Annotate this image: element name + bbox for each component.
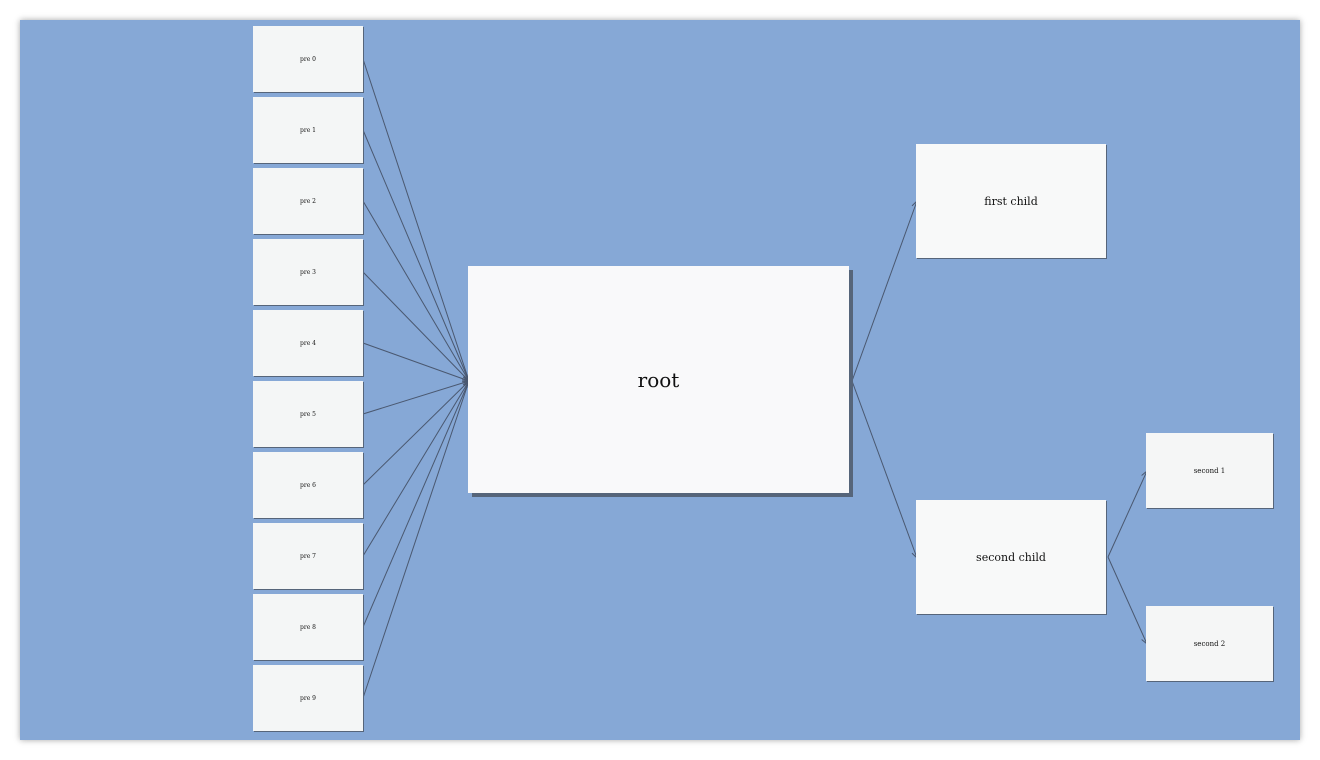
pre-node-label: pre 4 <box>300 339 316 347</box>
edge-root-to-first-child <box>851 200 918 382</box>
pre-node[interactable]: pre 2 <box>253 168 363 234</box>
edge-second-child-to-second-2 <box>1107 556 1148 645</box>
pre-node-label: pre 1 <box>300 126 316 134</box>
pre-node-label: pre 0 <box>300 55 316 63</box>
grandchild-node-label: second 1 <box>1193 466 1226 475</box>
pre-node-label: pre 2 <box>300 197 316 205</box>
grandchild-node-2[interactable]: second 2 <box>1146 606 1273 681</box>
edge-pre-4-to-root <box>362 342 470 382</box>
pre-node[interactable]: pre 6 <box>253 452 363 518</box>
pre-node-label: pre 3 <box>300 268 316 276</box>
edge-pre-5-to-root <box>362 380 470 415</box>
child-node-label: first child <box>984 194 1038 208</box>
pre-node-label: pre 7 <box>300 552 316 560</box>
pre-node-label: pre 5 <box>300 410 316 418</box>
pre-node[interactable]: pre 1 <box>253 97 363 163</box>
child-node-second[interactable]: second child <box>916 500 1106 614</box>
pre-node[interactable]: pre 7 <box>253 523 363 589</box>
grandchild-node-1[interactable]: second 1 <box>1146 433 1273 508</box>
edge-root-to-second-child <box>851 380 918 559</box>
root-node-label: root <box>637 367 680 392</box>
child-node-first[interactable]: first child <box>916 144 1106 258</box>
grandchild-node-label: second 2 <box>1193 639 1226 648</box>
diagram-canvas: pre 0 pre 1 pre 2 pre 3 pre 4 pre 5 pre … <box>20 20 1300 740</box>
pre-node[interactable]: pre 4 <box>253 310 363 376</box>
pre-node-label: pre 6 <box>300 481 316 489</box>
pre-node-label: pre 9 <box>300 694 316 702</box>
pre-node[interactable]: pre 0 <box>253 26 363 92</box>
edge-pre-9-to-root <box>362 380 470 699</box>
edge-pre-3-to-root <box>362 271 470 382</box>
edge-second-child-to-second-1 <box>1107 470 1148 558</box>
pre-node[interactable]: pre 5 <box>253 381 363 447</box>
edge-pre-0-to-root <box>362 58 470 382</box>
child-node-label: second child <box>976 550 1046 564</box>
pre-node[interactable]: pre 9 <box>253 665 363 731</box>
root-node[interactable]: root <box>468 266 849 493</box>
pre-node[interactable]: pre 8 <box>253 594 363 660</box>
edge-pre-7-to-root <box>362 380 470 557</box>
edge-pre-1-to-root <box>362 129 470 382</box>
edge-pre-2-to-root <box>362 200 470 382</box>
pre-node[interactable]: pre 3 <box>253 239 363 305</box>
pre-node-label: pre 8 <box>300 623 316 631</box>
edge-pre-8-to-root <box>362 380 470 628</box>
